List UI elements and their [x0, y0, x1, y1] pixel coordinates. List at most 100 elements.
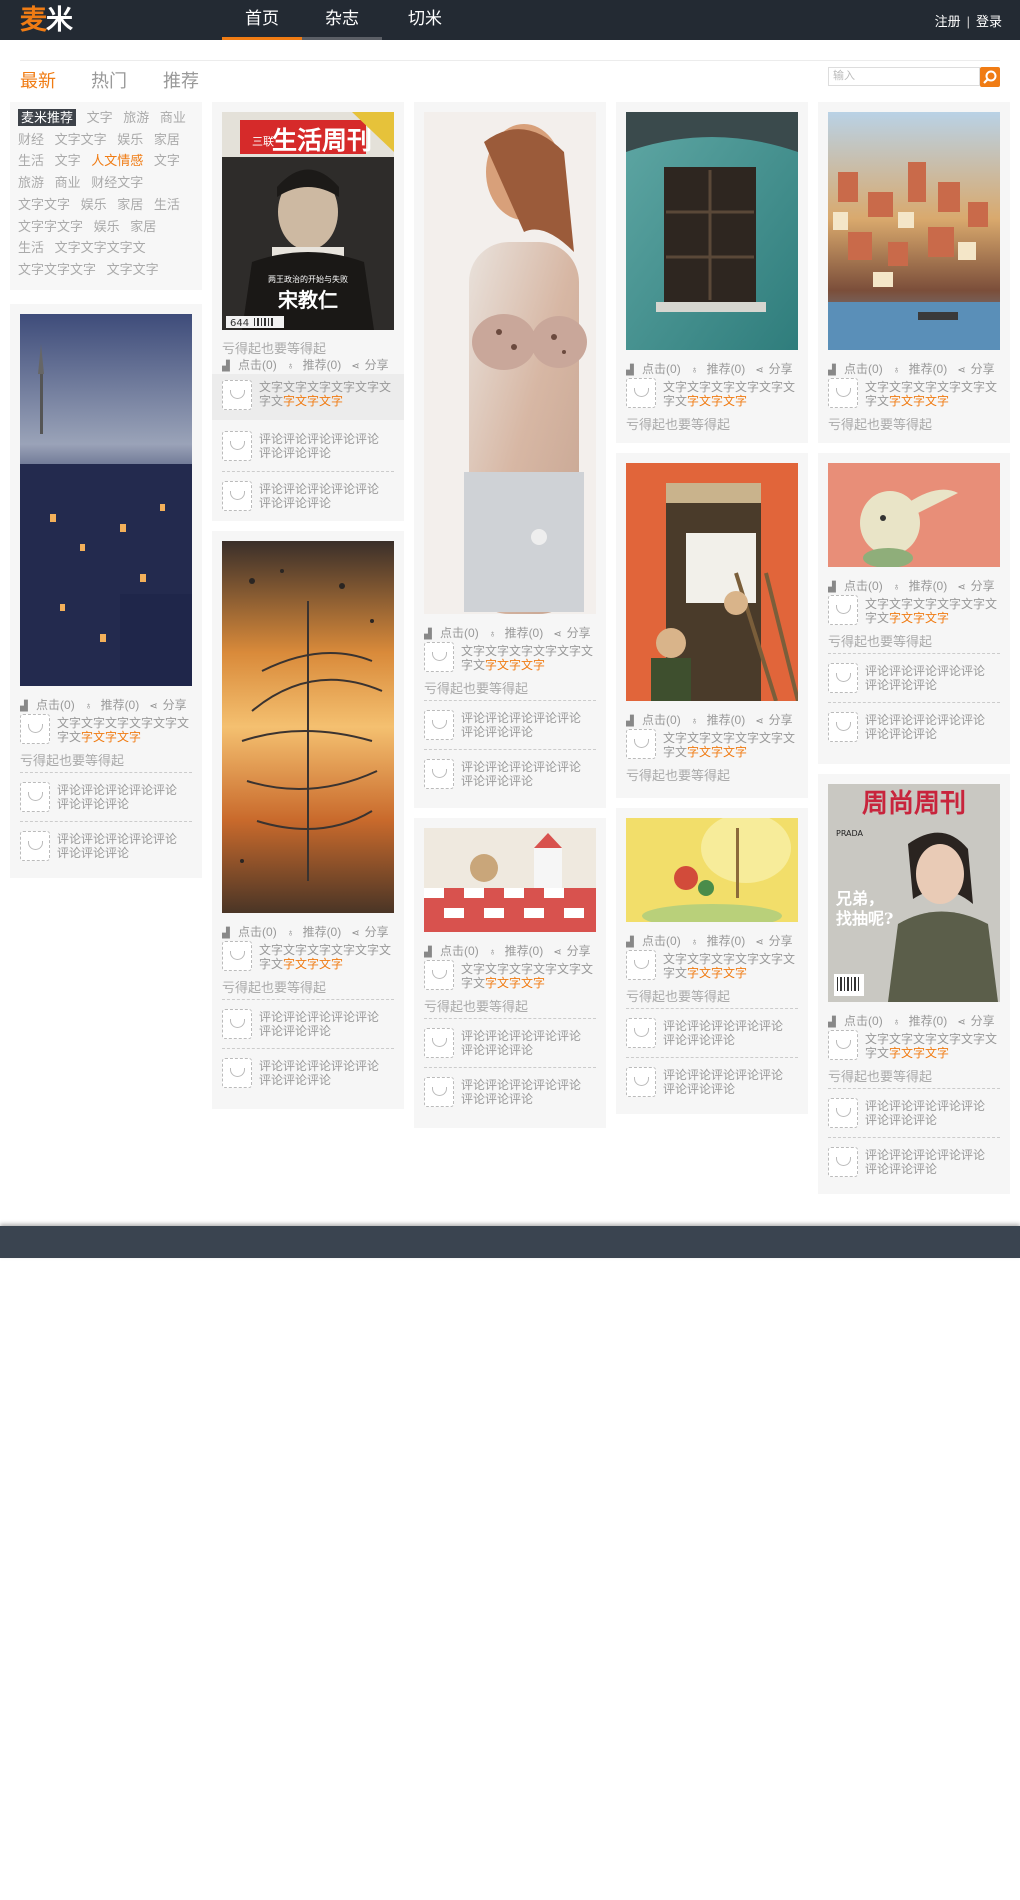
tag-item[interactable]: 生活	[18, 153, 44, 168]
tag-item[interactable]: 娱乐	[81, 197, 107, 212]
search-button[interactable]	[980, 67, 1000, 87]
card-image[interactable]	[424, 112, 596, 614]
smiley-avatar-icon[interactable]	[626, 729, 656, 759]
clicks-stat[interactable]: ▟ 点击(0)	[20, 698, 80, 712]
clicks-stat[interactable]: ▟ 点击(0)	[626, 713, 686, 727]
clicks-stat[interactable]: ▟ 点击(0)	[222, 925, 282, 939]
smiley-avatar-icon[interactable]	[424, 710, 454, 740]
card-image[interactable]	[20, 314, 192, 686]
nav-tab-magazine[interactable]: 杂志	[302, 0, 382, 40]
item-description[interactable]: 文字文字文字文字文字文字文字文字文字	[865, 380, 1005, 408]
smiley-avatar-icon[interactable]	[222, 380, 252, 410]
subtab-recommend[interactable]: 推荐	[163, 67, 199, 93]
recommend-stat[interactable]: ♁ 推荐(0)	[893, 579, 953, 593]
tag-item[interactable]: 文字文字	[55, 132, 107, 147]
tag-item[interactable]: 文字字文字	[18, 219, 83, 234]
tag-item[interactable]: 娱乐	[94, 219, 120, 234]
smiley-avatar-icon[interactable]	[424, 960, 454, 990]
smiley-avatar-icon[interactable]	[222, 481, 252, 511]
tag-item[interactable]: 文字文字文字文	[55, 240, 146, 255]
recommend-stat[interactable]: ♁ 推荐(0)	[893, 362, 953, 376]
item-description[interactable]: 文字文字文字文字文字文字文字文字文字	[57, 716, 197, 744]
card-image[interactable]	[626, 112, 798, 350]
smiley-avatar-icon[interactable]	[626, 1018, 656, 1048]
recommend-stat[interactable]: ♁ 推荐(0)	[489, 626, 549, 640]
tag-item[interactable]: 家居	[117, 197, 143, 212]
recommend-stat[interactable]: ♁ 推荐(0)	[691, 713, 751, 727]
tag-item[interactable]: 文字	[154, 153, 180, 168]
clicks-stat[interactable]: ▟ 点击(0)	[626, 362, 686, 376]
smiley-avatar-icon[interactable]	[828, 1098, 858, 1128]
tag-item[interactable]: 财经文字	[91, 175, 143, 190]
tag-item[interactable]: 家居	[130, 219, 156, 234]
smiley-avatar-icon[interactable]	[222, 431, 252, 461]
tag-item[interactable]: 文字文字文字	[18, 262, 96, 277]
subtab-hot[interactable]: 热门	[91, 67, 127, 93]
login-link[interactable]: 登录	[976, 14, 1002, 29]
smiley-avatar-icon[interactable]	[222, 1009, 252, 1039]
tag-item[interactable]: 商业	[55, 175, 81, 190]
tag-item[interactable]: 娱乐	[117, 132, 143, 147]
recommend-stat[interactable]: ♁ 推荐(0)	[287, 925, 347, 939]
share-action[interactable]: ⋖ 分享	[957, 1014, 999, 1028]
smiley-avatar-icon[interactable]	[828, 595, 858, 625]
item-description[interactable]: 文字文字文字文字文字文字文字文字文字	[461, 644, 601, 672]
item-description[interactable]: 文字文字文字文字文字文字文字文字文字	[663, 731, 803, 759]
card-image[interactable]: 周尚周刊 PRADA 兄弟， 找抽呢?	[828, 784, 1000, 1002]
smiley-avatar-icon[interactable]	[20, 782, 50, 812]
tag-item[interactable]: 文字文字	[107, 262, 159, 277]
item-description[interactable]: 文字文字文字文字文字文字文字文字文字	[259, 380, 399, 408]
tag-item[interactable]: 旅游	[123, 110, 149, 125]
tag-item[interactable]: 生活	[154, 197, 180, 212]
nav-tab-home[interactable]: 首页	[222, 0, 302, 40]
share-action[interactable]: ⋖ 分享	[755, 934, 797, 948]
card-image[interactable]	[222, 541, 394, 913]
tag-item[interactable]: 家居	[154, 132, 180, 147]
smiley-avatar-icon[interactable]	[424, 759, 454, 789]
item-description[interactable]: 文字文字文字文字文字文字文字文字文字	[865, 1032, 1005, 1060]
subtab-latest[interactable]: 最新	[20, 67, 56, 93]
smiley-avatar-icon[interactable]	[828, 1030, 858, 1060]
smiley-avatar-icon[interactable]	[626, 1067, 656, 1097]
card-image[interactable]	[424, 828, 596, 932]
tag-item[interactable]: 麦米推荐	[18, 109, 77, 126]
item-description[interactable]: 文字文字文字文字文字文字文字文字文字	[259, 943, 399, 971]
tag-item[interactable]: 财经	[18, 132, 44, 147]
smiley-avatar-icon[interactable]	[828, 1147, 858, 1177]
recommend-stat[interactable]: ♁ 推荐(0)	[85, 698, 145, 712]
tag-item[interactable]: 人文情感	[91, 153, 143, 168]
tag-item[interactable]: 生活	[18, 240, 44, 255]
smiley-avatar-icon[interactable]	[626, 950, 656, 980]
card-image[interactable]: 三联 生活周刊 两王政治的开始与失败 宋教仁 644	[222, 112, 394, 330]
clicks-stat[interactable]: ▟ 点击(0)	[222, 358, 282, 372]
clicks-stat[interactable]: ▟ 点击(0)	[828, 362, 888, 376]
clicks-stat[interactable]: ▟ 点击(0)	[626, 934, 686, 948]
recommend-stat[interactable]: ♁ 推荐(0)	[287, 358, 347, 372]
card-image[interactable]	[828, 112, 1000, 350]
tag-item[interactable]: 文字	[55, 153, 81, 168]
smiley-avatar-icon[interactable]	[828, 712, 858, 742]
share-action[interactable]: ⋖ 分享	[957, 579, 999, 593]
smiley-avatar-icon[interactable]	[424, 642, 454, 672]
register-link[interactable]: 注册	[935, 14, 961, 29]
item-description[interactable]: 文字文字文字文字文字文字文字文字文字	[663, 380, 803, 408]
smiley-avatar-icon[interactable]	[222, 941, 252, 971]
card-image[interactable]	[626, 818, 798, 922]
recommend-stat[interactable]: ♁ 推荐(0)	[691, 362, 751, 376]
tag-item[interactable]: 文字	[87, 110, 113, 125]
search-input[interactable]: 输入	[828, 67, 980, 86]
share-action[interactable]: ⋖ 分享	[351, 925, 393, 939]
share-action[interactable]: ⋖ 分享	[351, 358, 393, 372]
nav-tab-qiemi[interactable]: 切米	[386, 0, 464, 40]
smiley-avatar-icon[interactable]	[222, 1058, 252, 1088]
card-image[interactable]	[828, 463, 1000, 567]
share-action[interactable]: ⋖ 分享	[149, 698, 191, 712]
share-action[interactable]: ⋖ 分享	[553, 944, 595, 958]
smiley-avatar-icon[interactable]	[20, 831, 50, 861]
clicks-stat[interactable]: ▟ 点击(0)	[828, 1014, 888, 1028]
share-action[interactable]: ⋖ 分享	[553, 626, 595, 640]
share-action[interactable]: ⋖ 分享	[755, 713, 797, 727]
card-image[interactable]	[626, 463, 798, 701]
smiley-avatar-icon[interactable]	[20, 714, 50, 744]
smiley-avatar-icon[interactable]	[424, 1028, 454, 1058]
